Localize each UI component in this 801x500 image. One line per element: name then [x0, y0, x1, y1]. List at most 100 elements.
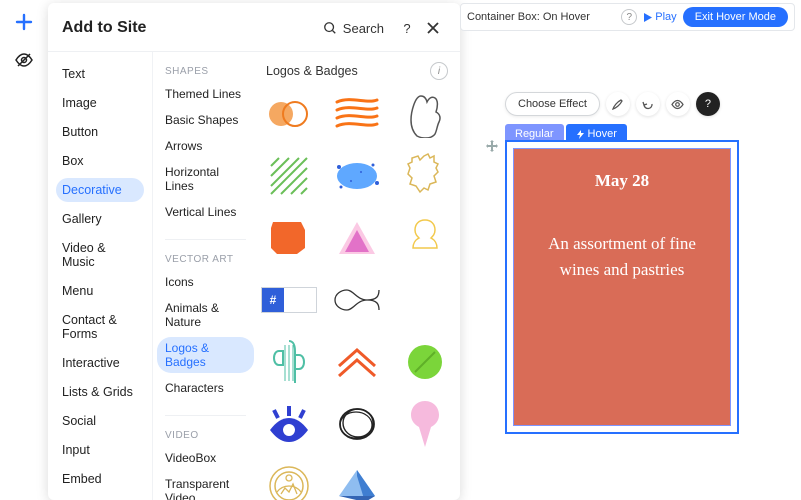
subcategory-item[interactable]: Horizontal Lines: [157, 161, 254, 197]
add-element-button[interactable]: [10, 8, 38, 36]
container-box-selection[interactable]: May 28 An assortment of fine wines and p…: [505, 140, 739, 434]
add-to-site-panel: Add to Site Search ? Text Image Button Box D…: [48, 3, 460, 500]
asset-blue-eye[interactable]: [261, 398, 317, 450]
canvas-header-label: Container Box: On Hover: [467, 11, 621, 23]
plus-icon: [14, 12, 34, 32]
hash-label: #: [262, 288, 284, 312]
asset-yellow-figure[interactable]: [397, 212, 453, 264]
category-item[interactable]: Menu: [56, 279, 144, 303]
category-item[interactable]: Image: [56, 91, 144, 115]
category-item[interactable]: Interactive: [56, 351, 144, 375]
category-item[interactable]: Content Manager: [56, 496, 144, 500]
subgroup-title: SHAPES: [157, 62, 254, 83]
eye-off-icon: [14, 50, 34, 70]
subcategory-item[interactable]: Vertical Lines: [157, 201, 244, 223]
asset-wind-lines[interactable]: [329, 88, 385, 140]
section-title: Logos & Badges: [266, 64, 430, 78]
design-button[interactable]: [606, 92, 630, 116]
subcategory-item[interactable]: Transparent Video: [157, 473, 254, 500]
asset-hash-input[interactable]: #: [261, 274, 317, 326]
category-item[interactable]: Contact & Forms: [56, 308, 144, 346]
subgroup-title: VIDEO: [157, 426, 254, 447]
asset-grid-column: Logos & Badges i #: [254, 52, 460, 500]
choose-effect-button[interactable]: Choose Effect: [505, 92, 600, 116]
panel-header: Add to Site Search ?: [48, 3, 460, 52]
asset-scribble-circle[interactable]: [329, 398, 385, 450]
divider: [165, 239, 246, 240]
drag-handle[interactable]: [484, 138, 500, 154]
section-header: Logos & Badges i: [266, 62, 448, 80]
category-item[interactable]: Social: [56, 409, 144, 433]
category-item[interactable]: Gallery: [56, 207, 144, 231]
subcategory-item[interactable]: Logos & Badges: [157, 337, 254, 373]
asset-grid: #: [266, 88, 448, 500]
category-item[interactable]: Decorative: [56, 178, 144, 202]
category-item[interactable]: Lists & Grids: [56, 380, 144, 404]
subcategory-item[interactable]: Arrows: [157, 135, 210, 157]
help-button[interactable]: ?: [394, 15, 420, 41]
eye-icon: [671, 98, 684, 111]
play-icon: [643, 13, 652, 22]
category-list: Text Image Button Box Decorative Gallery Video…: [48, 52, 152, 500]
play-label: Play: [655, 11, 676, 23]
subcategory-item[interactable]: VideoBox: [157, 447, 224, 469]
asset-pink-triangles[interactable]: [329, 212, 385, 264]
asset-sun-badge[interactable]: [261, 460, 317, 500]
category-item[interactable]: Input: [56, 438, 144, 462]
category-item[interactable]: Text: [56, 62, 144, 86]
subcategory-item[interactable]: Characters: [157, 377, 232, 399]
play-button[interactable]: Play: [643, 11, 676, 23]
subcategory-list: SHAPESThemed Lines Basic Shapes Arrows Hori…: [152, 52, 254, 500]
canvas-header: Container Box: On Hover ? Play Exit Hove…: [460, 3, 795, 31]
panel-title: Add to Site: [62, 19, 323, 37]
asset-lion-crest[interactable]: [397, 150, 453, 202]
asset-pink-icecream[interactable]: [397, 398, 453, 450]
category-item[interactable]: Embed: [56, 467, 144, 491]
lightning-icon: [576, 130, 585, 139]
card-content: May 28 An assortment of fine wines and p…: [514, 149, 730, 425]
asset-cactus[interactable]: [261, 336, 317, 388]
asset-green-diagonal[interactable]: [261, 150, 317, 202]
preview-toggle-button[interactable]: [10, 46, 38, 74]
help-icon: ?: [403, 21, 410, 36]
tab-regular-label: Regular: [515, 128, 554, 140]
asset-empty-r4c3: [397, 274, 453, 326]
panel-body: Text Image Button Box Decorative Gallery Video…: [48, 52, 460, 500]
brush-icon: [611, 98, 624, 111]
card-body: An assortment of fine wines and pastries: [532, 231, 712, 282]
subcategory-item[interactable]: Themed Lines: [157, 83, 249, 105]
asset-blue-splash[interactable]: [329, 150, 385, 202]
category-item[interactable]: Box: [56, 149, 144, 173]
search-button[interactable]: Search: [323, 21, 384, 36]
toolbar-help-button[interactable]: ?: [696, 92, 720, 116]
container-box-inner: May 28 An assortment of fine wines and p…: [513, 148, 731, 426]
subcategory-item[interactable]: Basic Shapes: [157, 109, 246, 131]
subcategory-item[interactable]: Animals & Nature: [157, 297, 254, 333]
asset-infinity-double[interactable]: [329, 274, 385, 326]
close-icon: [426, 21, 440, 35]
close-panel-button[interactable]: [420, 15, 446, 41]
card-date: May 28: [595, 171, 649, 191]
exit-hover-button[interactable]: Exit Hover Mode: [683, 7, 788, 27]
asset-venn-circles[interactable]: [261, 88, 317, 140]
reset-icon: [641, 98, 654, 111]
info-button[interactable]: i: [430, 62, 448, 80]
move-icon: [485, 139, 499, 153]
tab-hover-label: Hover: [588, 128, 617, 140]
hide-button[interactable]: [666, 92, 690, 116]
subcategory-item[interactable]: Icons: [157, 271, 202, 293]
search-label: Search: [343, 21, 384, 36]
canvas-help-button[interactable]: ?: [621, 9, 637, 25]
category-item[interactable]: Video & Music: [56, 236, 144, 274]
help-icon: ?: [705, 98, 711, 110]
asset-orange-polygon[interactable]: [261, 212, 317, 264]
asset-hand-outline[interactable]: [397, 88, 453, 140]
asset-green-circle[interactable]: [397, 336, 453, 388]
divider: [165, 415, 246, 416]
category-item[interactable]: Button: [56, 120, 144, 144]
asset-blue-pyramid[interactable]: [329, 460, 385, 500]
asset-orange-chevrons[interactable]: [329, 336, 385, 388]
info-icon: i: [438, 66, 440, 77]
left-rail: [0, 0, 48, 500]
reset-button[interactable]: [636, 92, 660, 116]
